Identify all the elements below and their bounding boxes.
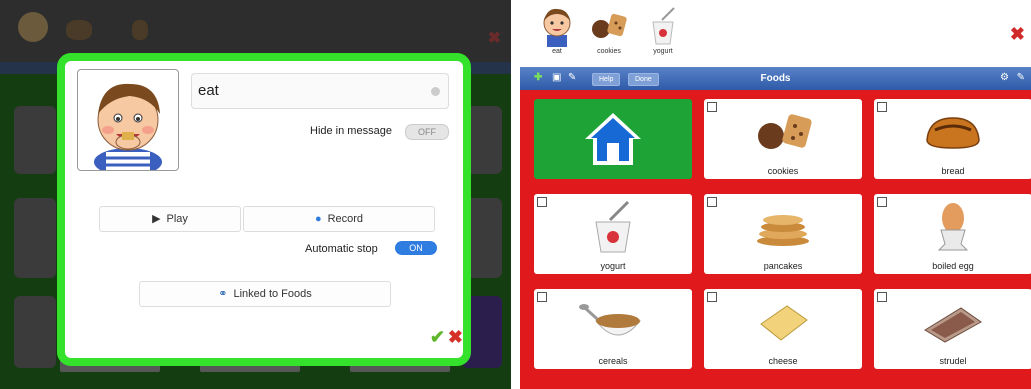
message-item[interactable]: yogurt (640, 4, 686, 64)
button-picture[interactable] (77, 69, 179, 176)
grid-button-cereals[interactable]: cereals (534, 289, 692, 369)
cookies-icon (758, 114, 812, 149)
yogurt-icon (652, 7, 675, 45)
yogurt-icon (132, 20, 148, 40)
cheese-icon (760, 305, 808, 341)
tools-icon[interactable]: ✎ (1017, 72, 1025, 84)
close-icon[interactable]: ✖ (1010, 24, 1025, 45)
home-icon (585, 113, 641, 165)
play-button[interactable]: ▶ Play (99, 206, 241, 232)
label-input-value: eat (198, 82, 219, 99)
label-input[interactable]: eat (191, 73, 449, 109)
home-button[interactable] (534, 99, 692, 179)
message-item-caption: cookies (597, 48, 621, 55)
cookies-icon (592, 13, 627, 38)
linked-board-button[interactable]: ⚭ Linked to Foods (139, 281, 391, 307)
grid-button-strudel[interactable]: strudel (874, 289, 1031, 369)
grid-button-label: bread (941, 166, 965, 176)
yogurt-icon (595, 200, 631, 253)
grid-button-yogurt[interactable]: yogurt (534, 194, 692, 274)
edit-button-dialog: eat Hide in message OFF ▶ Play ● Record Au… (57, 53, 471, 366)
grid-button-label: boiled egg (932, 261, 974, 271)
message-item[interactable]: eat (534, 4, 580, 64)
board-toolbar: ✚ ▣ ✎ Help Done Foods ⚙ ✎ (520, 67, 1031, 90)
dimmed-cell (14, 106, 56, 174)
grid-button-cheese[interactable]: cheese (704, 289, 862, 369)
message-item[interactable]: cookies (586, 4, 632, 64)
cereals-icon (579, 304, 642, 336)
grid-button-cookies[interactable]: cookies (704, 99, 862, 179)
grid-button-bread[interactable]: bread (874, 99, 1031, 179)
link-icon: ⚭ (218, 288, 228, 300)
microphone-icon: ● (314, 213, 322, 225)
grid-button-boiled-egg[interactable]: boiled egg (874, 194, 1031, 274)
close-icon[interactable]: ✖ (448, 327, 463, 348)
grid-button-label: yogurt (600, 261, 626, 271)
board-screen: eat cookies yogurt ✖ ✚ ▣ ✎ Help Done Foo… (520, 0, 1031, 389)
grid-button-label: pancakes (763, 261, 803, 271)
boiled-egg-icon (937, 203, 969, 251)
message-item-caption: yogurt (653, 48, 673, 55)
play-icon: ▶ (152, 213, 161, 225)
automatic-stop-label: Automatic stop (305, 243, 378, 255)
edit-button-screen: ✖ eat Hide in message OFF ▶ Play ● Recor… (0, 0, 511, 389)
grid-button-pancakes[interactable]: pancakes (704, 194, 862, 274)
hide-in-message-label: Hide in message (310, 125, 392, 137)
dimmed-cell (14, 296, 56, 368)
record-button-label: Record (327, 213, 364, 225)
pancakes-icon (757, 215, 809, 246)
grid-button-label: cookies (767, 166, 799, 176)
message-bar[interactable]: eat cookies yogurt ✖ (520, 0, 1031, 67)
play-button-label: Play (166, 213, 188, 225)
settings-icon[interactable]: ⚙ (1000, 72, 1009, 84)
close-icon: ✖ (487, 30, 501, 47)
grid-button-label: strudel (939, 356, 967, 366)
linked-board-label: Linked to Foods (233, 288, 312, 300)
grid-button-label: cereals (598, 356, 628, 366)
boy-eating-icon (543, 8, 571, 47)
boy-eating-icon (18, 12, 48, 42)
board-title: Foods (760, 73, 791, 84)
automatic-stop-toggle[interactable]: ON (395, 241, 437, 255)
hide-in-message-toggle[interactable]: OFF (405, 124, 449, 140)
checkmark-icon[interactable]: ✔ (430, 327, 445, 348)
clear-icon[interactable] (431, 87, 440, 96)
strudel-icon (924, 307, 982, 343)
grid-button-label: cheese (768, 356, 798, 366)
boy-eating-icon (94, 83, 162, 176)
dimmed-cell (14, 198, 56, 278)
button-grid: cookies bread yogurt pancakes boiled egg… (520, 90, 1031, 389)
record-button[interactable]: ● Record (243, 206, 435, 232)
cookies-icon (66, 20, 92, 40)
bread-icon (926, 117, 980, 149)
message-item-caption: eat (552, 48, 562, 55)
